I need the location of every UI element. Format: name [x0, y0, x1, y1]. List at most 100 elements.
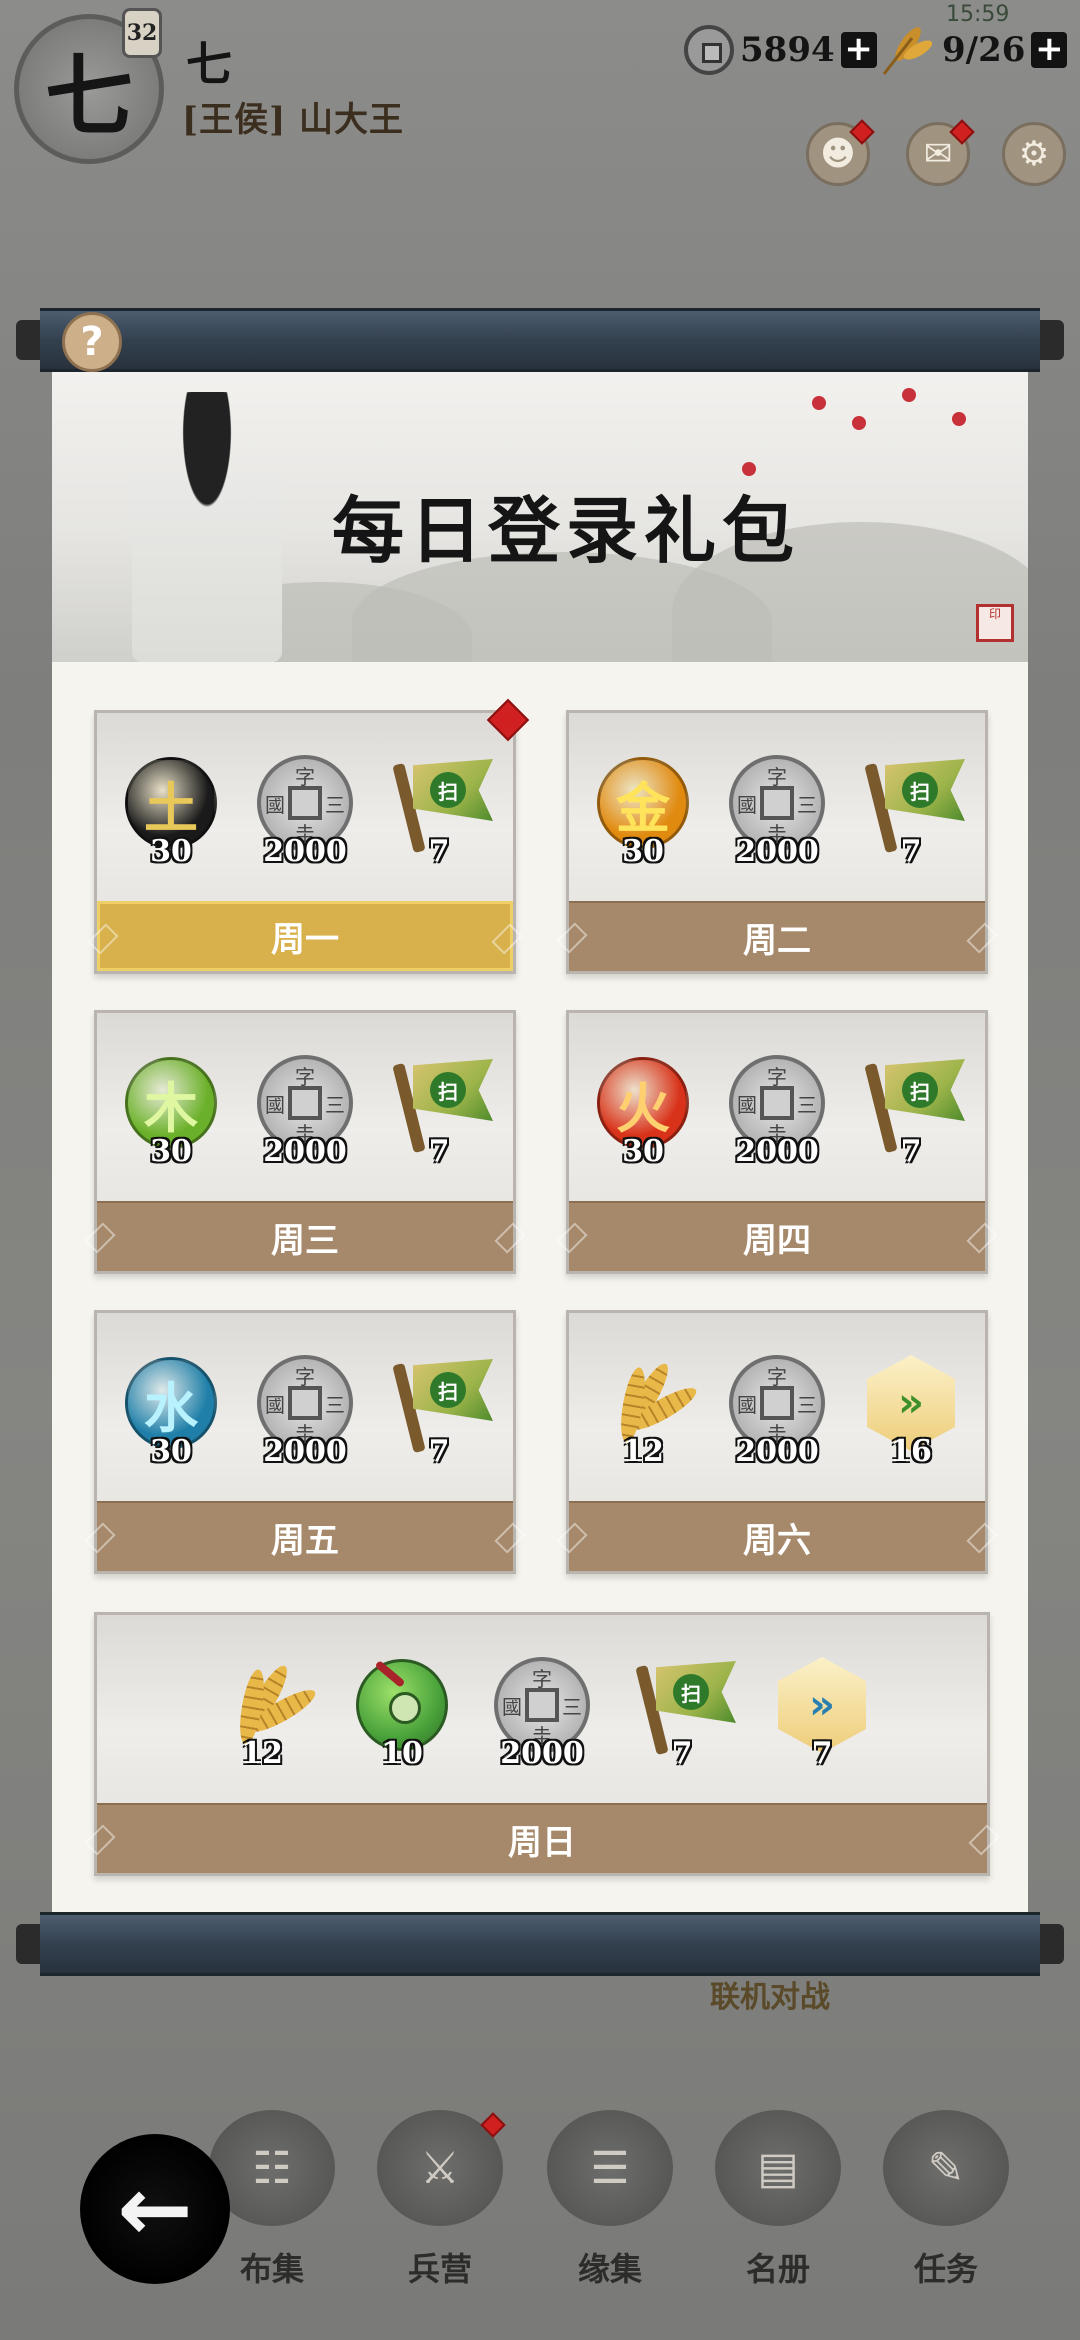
reward-item[interactable]: 10	[352, 1655, 452, 1775]
friends-button[interactable]: ☻	[806, 119, 875, 186]
gear-icon: ⚙	[1018, 134, 1050, 174]
reward-item[interactable]: 扫7	[861, 753, 965, 873]
reward-item[interactable]: 木 30	[121, 1053, 221, 1173]
reward-items: 12 10 字國三圭 2000 扫 7» 7	[97, 1655, 987, 1795]
reward-item[interactable]: 字國三圭 2000	[727, 1353, 827, 1473]
flag-char: 扫	[673, 1674, 709, 1710]
reward-count: 7	[428, 834, 450, 869]
reward-item[interactable]: 字國三圭 2000	[255, 1053, 355, 1173]
reward-count: 10	[381, 1736, 423, 1771]
day-label[interactable]: 周三	[97, 1201, 513, 1271]
back-arrow-icon: ←	[117, 2156, 193, 2262]
coin-char: 國	[265, 1092, 285, 1117]
day-label[interactable]: 周日	[97, 1803, 987, 1873]
player-title: [王侯] 山大王	[182, 100, 405, 140]
player-name: 七	[186, 37, 232, 91]
day-label[interactable]: 周二	[569, 901, 985, 971]
add-stamina-button[interactable]: +	[1031, 32, 1068, 68]
flag-char: 扫	[902, 1072, 938, 1108]
flag-char: 扫	[430, 1072, 466, 1108]
wheat-icon	[882, 27, 933, 75]
coin-char: 三	[797, 1092, 817, 1117]
reward-count: 2000	[263, 1134, 347, 1169]
reward-item[interactable]: » 7	[772, 1655, 872, 1775]
day-card[interactable]: 土 30 字國三圭 2000 扫 7 周一	[94, 698, 530, 974]
day-card[interactable]: 木 30 字國三圭 2000 扫 7 周三	[94, 1010, 516, 1274]
coin-char: 字	[767, 1065, 787, 1089]
reward-count: 2000	[735, 1134, 819, 1169]
reward-count: 2000	[500, 1736, 584, 1771]
mail-button[interactable]: ✉	[906, 119, 975, 186]
avatar-glyph: 七	[44, 43, 133, 148]
reward-count: 7	[900, 1134, 922, 1169]
reward-item[interactable]: 字國三圭 2000	[255, 753, 355, 873]
settings-button[interactable]: ⚙	[1002, 122, 1066, 186]
lady-illustration	[132, 392, 282, 662]
day-label[interactable]: 周一	[97, 901, 513, 971]
reward-item[interactable]: 12	[212, 1655, 320, 1775]
reward-item[interactable]: 扫7	[389, 753, 493, 873]
reward-item[interactable]: 字國三圭 2000	[727, 1053, 827, 1173]
coin-char: 字	[532, 1667, 552, 1691]
reward-count: 2000	[735, 834, 819, 869]
reward-count: 12	[241, 1736, 283, 1771]
reward-count: 30	[150, 834, 192, 869]
reward-count: 7	[671, 1736, 693, 1771]
day-card[interactable]: 水 30 字國三圭 2000 扫 7 周五	[94, 1310, 516, 1574]
nav-label: 缘集	[577, 2250, 642, 2288]
nav-item-4[interactable]: ▤ 名册	[708, 2110, 848, 2290]
help-button[interactable]: ?	[62, 312, 122, 372]
orb-glyph: 金	[616, 775, 670, 840]
orb-glyph: 土	[144, 775, 198, 840]
reward-item[interactable]: 水 30	[121, 1353, 221, 1473]
reward-item[interactable]: 字國三圭 2000	[727, 753, 827, 873]
banner-title: 每日登录礼包	[332, 488, 801, 573]
coin-char: 字	[295, 1365, 315, 1389]
coin-count: 5894	[740, 30, 835, 70]
reward-item[interactable]: 字國三圭 2000	[255, 1353, 355, 1473]
register-icon: ▤	[715, 2110, 841, 2226]
coin-char: 三	[325, 1392, 345, 1417]
coin-char: 三	[325, 792, 345, 817]
reward-item[interactable]: 扫7	[389, 1353, 493, 1473]
reward-items: 12 字國三圭 2000» 16	[569, 1353, 985, 1493]
day-card[interactable]: 金 30 字國三圭 2000 扫 7 周二	[566, 710, 988, 974]
nav-item-3[interactable]: ☰ 缘集	[540, 2110, 680, 2290]
reward-items: 木 30 字國三圭 2000 扫 7	[97, 1053, 513, 1193]
day-label[interactable]: 周六	[569, 1501, 985, 1571]
coin-char: 國	[737, 1392, 757, 1417]
add-coins-button[interactable]: +	[840, 32, 877, 68]
coin-char: 三	[797, 1392, 817, 1417]
day-card[interactable]: 火 30 字國三圭 2000 扫 7 周四	[566, 1010, 988, 1274]
reward-items: 金 30 字國三圭 2000 扫 7	[569, 753, 985, 893]
reward-item[interactable]: 火 30	[593, 1053, 693, 1173]
coin-char: 三	[562, 1694, 582, 1719]
coin-char: 三	[797, 792, 817, 817]
nav-item-5[interactable]: ✎ 任务	[876, 2110, 1016, 2290]
coin-char: 國	[265, 1392, 285, 1417]
reward-item[interactable]: 扫7	[389, 1053, 493, 1173]
coin-char: 國	[737, 1092, 757, 1117]
reward-item[interactable]: 金 30	[593, 753, 693, 873]
stamina-resource: 9/26 +	[878, 22, 1068, 78]
day-label[interactable]: 周四	[569, 1201, 985, 1271]
coin-char: 字	[767, 765, 787, 789]
reward-count: 7	[428, 1434, 450, 1469]
reward-item[interactable]: 土 30	[121, 753, 221, 873]
day-label[interactable]: 周五	[97, 1501, 513, 1571]
reward-count: 7	[811, 1736, 833, 1771]
reward-item[interactable]: 字國三圭 2000	[492, 1655, 592, 1775]
reward-item[interactable]: 扫7	[632, 1655, 736, 1775]
hex-glyph: »	[898, 1380, 924, 1426]
reward-item[interactable]: 扫7	[861, 1053, 965, 1173]
nav-label: 布集	[239, 2250, 304, 2288]
day-card[interactable]: 12 字國三圭 2000» 16 周六	[566, 1310, 988, 1574]
reward-item[interactable]: 12	[593, 1353, 701, 1473]
reward-item[interactable]: » 16	[861, 1353, 961, 1473]
day-card[interactable]: 12 10 字國三圭 2000 扫 7» 7 周日	[94, 1612, 990, 1876]
nav-item-2[interactable]: ⚔ 兵营	[370, 2110, 510, 2290]
back-button[interactable]: ←	[80, 2134, 230, 2284]
nav-label: 兵营	[407, 2250, 472, 2288]
flag-char: 扫	[430, 772, 466, 808]
coin-char: 國	[502, 1694, 522, 1719]
